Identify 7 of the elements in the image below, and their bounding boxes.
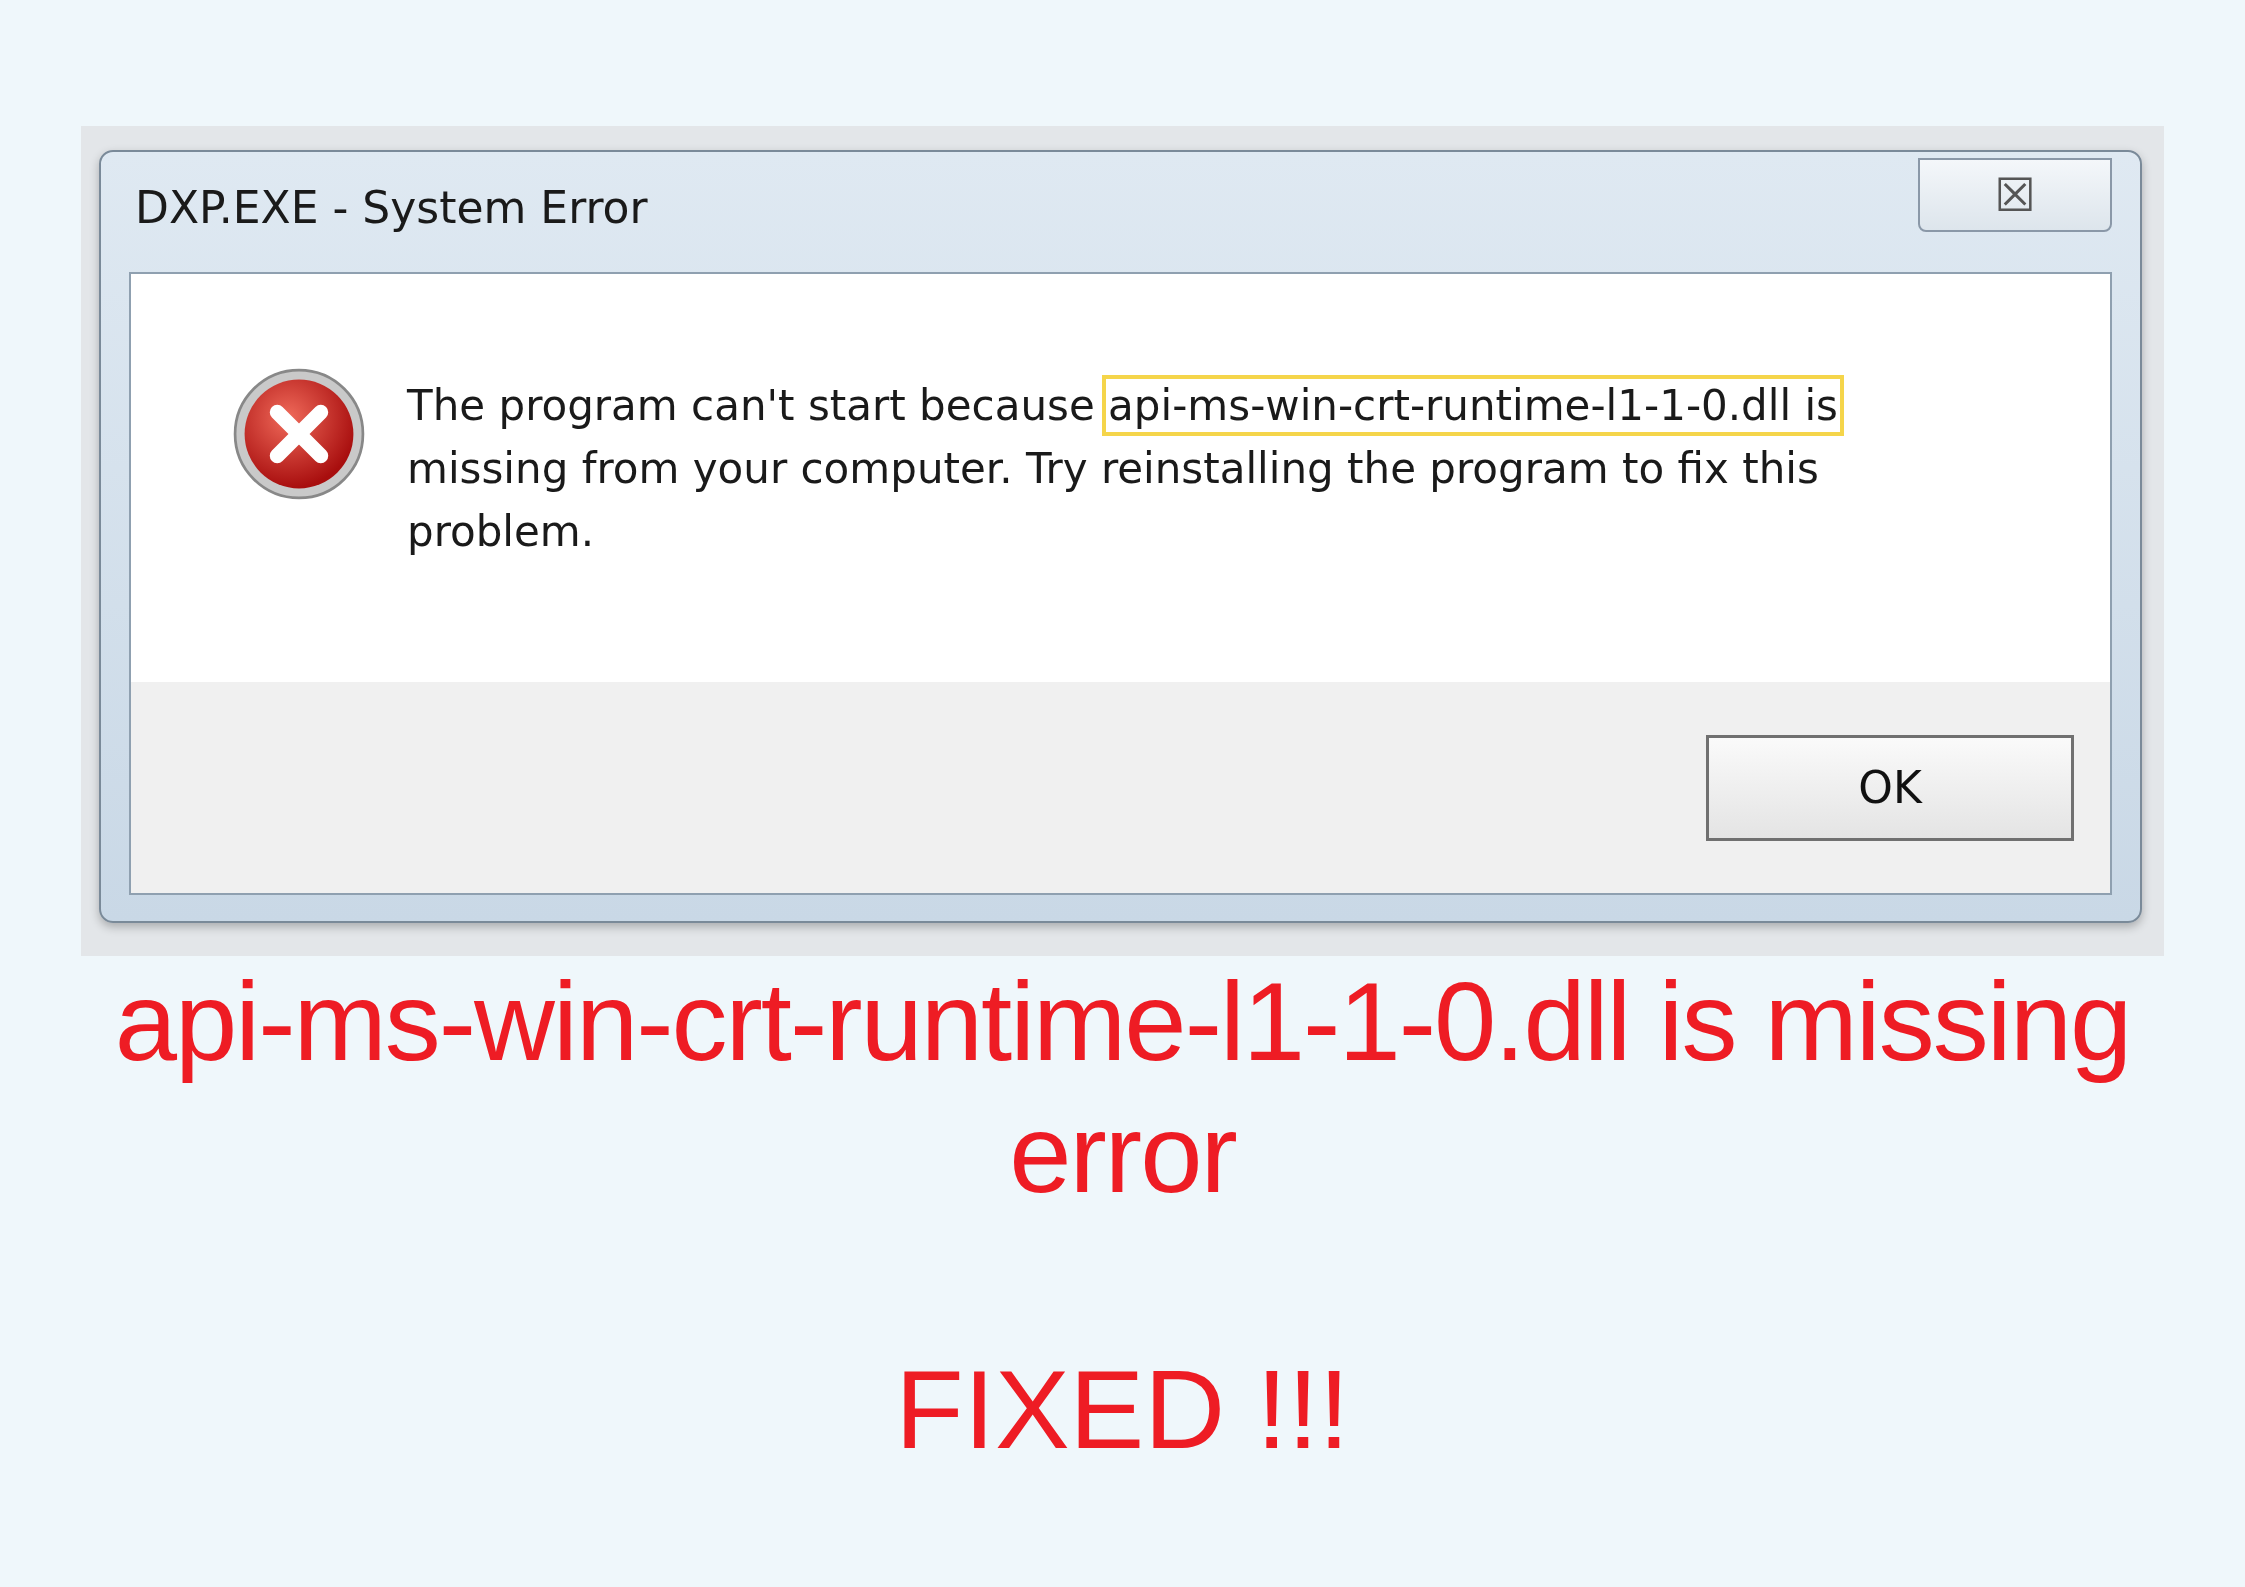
headline: api-ms-win-crt-runtime-l1-1-0.dll is missing error [113, 958, 2132, 1218]
close-button[interactable]: ☒ [1918, 158, 2112, 232]
error-icon [231, 366, 367, 502]
ok-button[interactable]: OK [1706, 734, 2074, 841]
tagline: FIXED !!! [895, 1346, 1350, 1474]
window-title: DXP.EXE - System Error [135, 182, 648, 233]
error-message: The program can't start because api-ms-win-crt-runtime-l1-1-0.dll is missing from your computer. Try reinstalling the program to fix this problem. [407, 374, 1987, 563]
